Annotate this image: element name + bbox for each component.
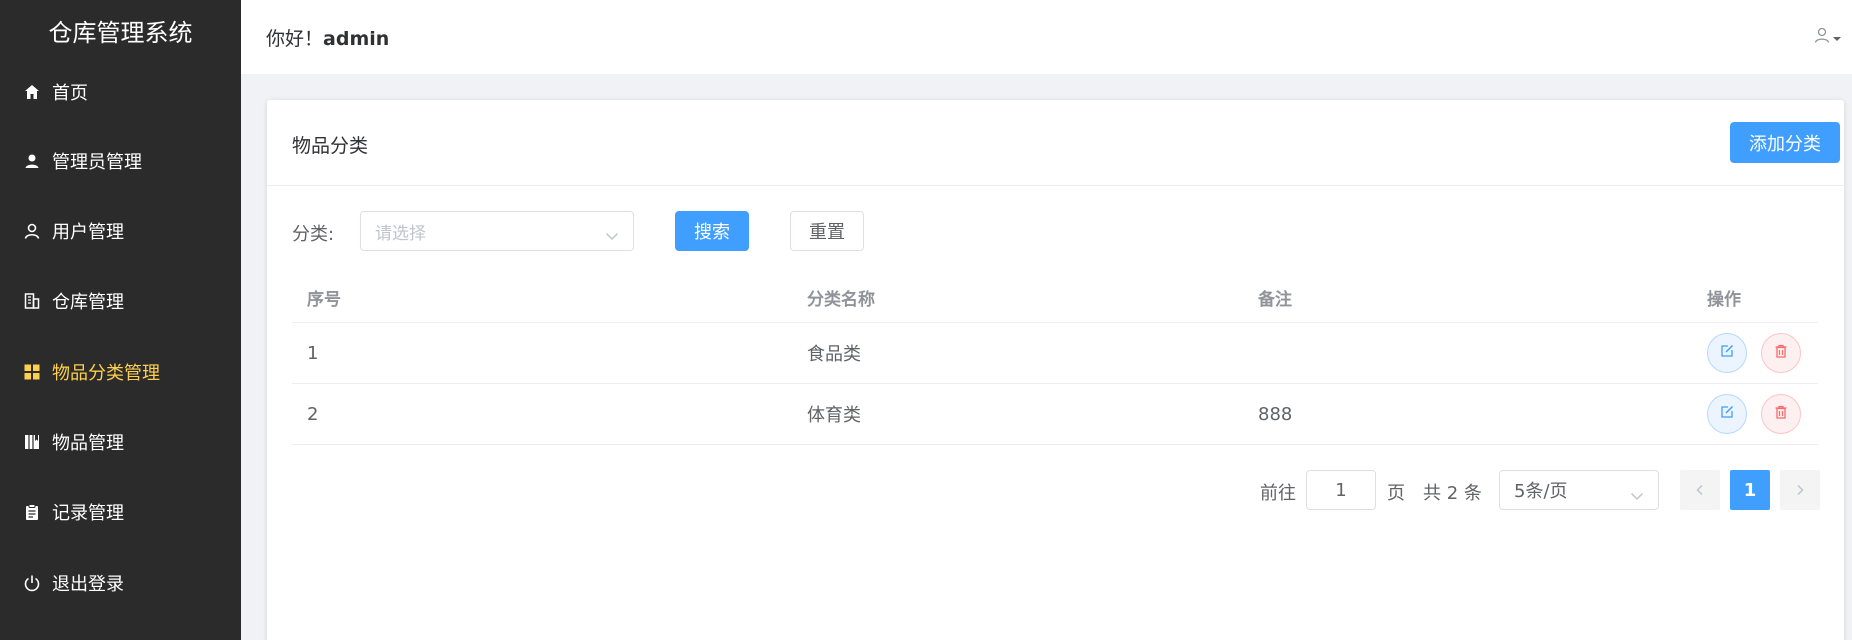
sidebar-item-home[interactable]: 首页 <box>0 57 241 127</box>
table-row: 2 体育类 888 <box>292 384 1818 445</box>
chevron-down-icon <box>1630 485 1644 506</box>
sidebar-item-label: 用户管理 <box>52 222 124 243</box>
edit-icon <box>1719 343 1735 364</box>
edit-button[interactable] <box>1707 333 1747 373</box>
sidebar-item-users[interactable]: 用户管理 <box>0 196 241 266</box>
power-icon <box>22 573 42 593</box>
user-avatar-icon <box>1814 26 1830 48</box>
sidebar-item-label: 管理员管理 <box>52 152 142 173</box>
category-table: 序号 分类名称 备注 操作 1 食品类 2 体育类 888 <box>292 273 1818 445</box>
page-jump-input[interactable]: 1 <box>1306 470 1376 510</box>
edit-button[interactable] <box>1707 394 1747 434</box>
category-card: 物品分类 添加分类 分类: 请选择 搜索 重置 序号 分类名称 备注 操作 1 … <box>267 100 1844 640</box>
delete-button[interactable] <box>1761 333 1801 373</box>
page-unit-label: 页 <box>1387 483 1405 504</box>
column-header: 序号 <box>307 290 341 310</box>
search-button[interactable]: 搜索 <box>675 211 749 251</box>
select-placeholder: 请选择 <box>375 223 426 244</box>
table-row: 1 食品类 <box>292 323 1818 384</box>
next-page-button[interactable] <box>1780 470 1820 510</box>
home-icon <box>22 82 42 102</box>
user-icon <box>22 221 42 241</box>
page-number-button[interactable]: 1 <box>1730 470 1770 510</box>
cell-index: 2 <box>307 403 319 425</box>
category-select[interactable]: 请选择 <box>360 211 634 251</box>
sidebar-item-label: 物品分类管理 <box>52 363 160 384</box>
goto-label: 前往 <box>1260 483 1296 504</box>
building-icon <box>22 291 42 311</box>
top-bar: 你好！admin <box>241 0 1852 74</box>
sidebar-item-label: 物品管理 <box>52 433 124 454</box>
caret-down-icon <box>1832 28 1842 47</box>
sidebar-item-label: 首页 <box>52 83 88 104</box>
user-menu[interactable] <box>1814 26 1842 48</box>
trash-icon <box>1773 343 1789 364</box>
page-title: 物品分类 <box>292 135 369 157</box>
sidebar-item-category[interactable]: 物品分类管理 <box>0 337 241 407</box>
chevron-left-icon <box>1695 481 1705 500</box>
column-header: 操作 <box>1707 290 1741 310</box>
trash-icon <box>1773 404 1789 425</box>
add-category-button[interactable]: 添加分类 <box>1730 122 1840 163</box>
table-header: 序号 分类名称 备注 操作 <box>292 273 1818 323</box>
category-filter-label: 分类: <box>292 224 335 245</box>
admin-user-icon <box>22 151 42 171</box>
edit-icon <box>1719 404 1735 425</box>
greeting-text: 你好！ <box>266 28 324 50</box>
sidebar-item-warehouse[interactable]: 仓库管理 <box>0 266 241 336</box>
sidebar-item-admin[interactable]: 管理员管理 <box>0 126 241 196</box>
grid-icon <box>22 362 42 382</box>
sidebar-item-label: 退出登录 <box>52 574 124 595</box>
cell-index: 1 <box>307 342 319 364</box>
pagination: 前往 1 页 共 2 条 5条/页 1 <box>267 470 1844 510</box>
total-count: 共 2 条 <box>1423 483 1482 504</box>
username: admin <box>323 28 390 50</box>
row-actions <box>1707 323 1801 383</box>
page-size-value: 5条/页 <box>1514 481 1568 502</box>
card-header: 物品分类 添加分类 <box>267 100 1844 186</box>
cell-category-name: 体育类 <box>807 405 861 426</box>
column-header: 分类名称 <box>807 290 875 310</box>
sidebar-item-label: 记录管理 <box>52 503 124 524</box>
reset-button[interactable]: 重置 <box>790 211 864 251</box>
cell-remark: 888 <box>1258 403 1293 425</box>
app-title: 仓库管理系统 <box>48 18 193 47</box>
row-actions <box>1707 384 1801 444</box>
prev-page-button[interactable] <box>1680 470 1720 510</box>
chevron-down-icon <box>605 226 619 245</box>
book-icon <box>22 432 42 452</box>
filter-bar: 分类: 请选择 搜索 重置 <box>292 211 1792 251</box>
sidebar-item-logout[interactable]: 退出登录 <box>0 548 241 618</box>
page-size-select[interactable]: 5条/页 <box>1499 470 1659 510</box>
sidebar-item-label: 仓库管理 <box>52 292 124 313</box>
chevron-right-icon <box>1795 481 1805 500</box>
column-header: 备注 <box>1258 290 1292 310</box>
sidebar-item-goods[interactable]: 物品管理 <box>0 407 241 477</box>
sidebar: 仓库管理系统 首页 管理员管理 用户管理 仓库管理 物品分类管理 物品管理 记录… <box>0 0 241 640</box>
clipboard-icon <box>22 502 42 522</box>
greeting: 你好！admin <box>266 24 389 51</box>
delete-button[interactable] <box>1761 394 1801 434</box>
cell-category-name: 食品类 <box>807 344 861 365</box>
sidebar-item-records[interactable]: 记录管理 <box>0 477 241 547</box>
